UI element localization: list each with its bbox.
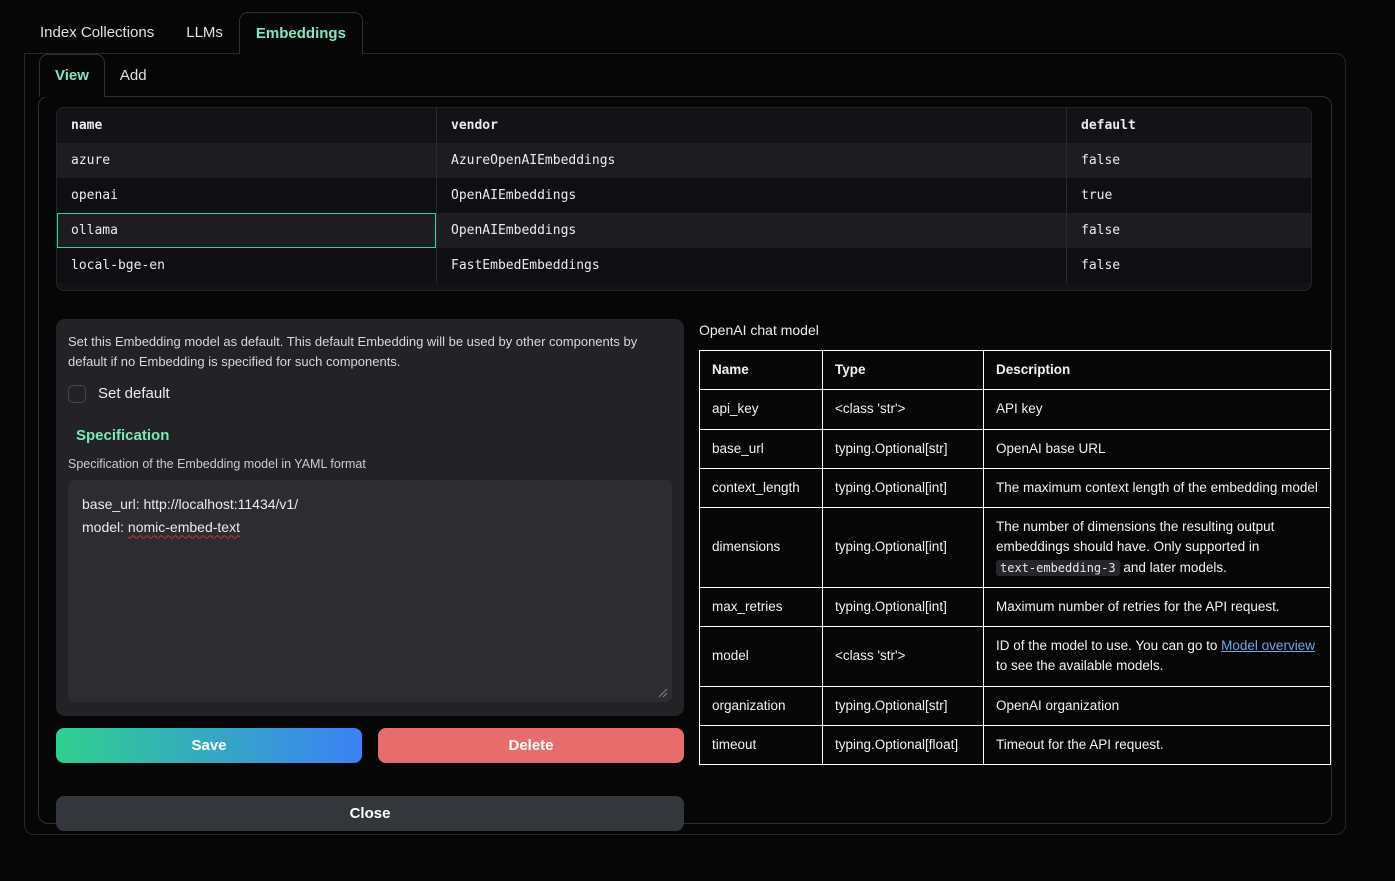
resize-handle-icon[interactable]	[658, 688, 668, 698]
specification-helper-text: Specification of the Embedding model in …	[68, 457, 672, 471]
column-header-name: name	[57, 108, 436, 143]
view-tab-panel: namevendordefaultazureAzureOpenAIEmbeddi…	[38, 96, 1332, 824]
docs-column-header-description: Description	[984, 351, 1331, 390]
cell-default[interactable]: false	[1066, 143, 1311, 178]
docs-row: context_lengthtyping.Optional[int]The ma…	[700, 468, 1331, 507]
docs-row: dimensionstyping.Optional[int]The number…	[700, 508, 1331, 588]
sub-tabbar: ViewAdd	[39, 54, 1345, 96]
cell-name[interactable]: azure	[57, 143, 436, 178]
cell-vendor[interactable]: OpenAIEmbeddings	[436, 178, 1066, 213]
embeddings-table-header: namevendordefault	[57, 108, 1311, 143]
specification-heading: Specification	[76, 427, 672, 444]
set-default-checkbox[interactable]	[68, 385, 86, 403]
yaml-line: base_url: http://localhost:11434/v1/	[82, 493, 658, 515]
cell-default[interactable]: false	[1066, 213, 1311, 248]
cell-name[interactable]: ollama	[57, 213, 436, 248]
yaml-line: model: nomic-embed-text	[82, 516, 658, 538]
close-button[interactable]: Close	[56, 796, 684, 831]
table-row[interactable]: azureAzureOpenAIEmbeddingsfalse	[57, 143, 1311, 178]
model-parameters-table: NameTypeDescription api_key<class 'str'>…	[699, 350, 1331, 765]
cell-vendor[interactable]: OpenAIEmbeddings	[436, 213, 1066, 248]
model-docs-column: OpenAI chat model NameTypeDescription ap…	[699, 319, 1330, 831]
docs-cell-type: <class 'str'>	[823, 390, 984, 429]
yaml-text: base_url: http://localhost:11434/v1/	[82, 496, 298, 512]
yaml-text: model:	[82, 519, 128, 535]
docs-cell-description: The maximum context length of the embedd…	[984, 468, 1331, 507]
main-tabbar: Index CollectionsLLMsEmbeddings	[24, 12, 1395, 53]
docs-cell-type: <class 'str'>	[823, 627, 984, 687]
subtab-view[interactable]: View	[39, 54, 105, 97]
docs-cell-description: Timeout for the API request.	[984, 725, 1331, 764]
docs-cell-description: ID of the model to use. You can go to Mo…	[984, 627, 1331, 687]
tab-llms[interactable]: LLMs	[170, 12, 239, 53]
docs-cell-type: typing.Optional[int]	[823, 587, 984, 626]
docs-cell-type: typing.Optional[int]	[823, 468, 984, 507]
docs-row: model<class 'str'>ID of the model to use…	[700, 627, 1331, 687]
docs-cell-type: typing.Optional[float]	[823, 725, 984, 764]
set-default-description: Set this Embedding model as default. Thi…	[68, 332, 672, 372]
docs-link[interactable]: Model overview	[1221, 638, 1315, 653]
set-default-label: Set default	[98, 385, 170, 402]
docs-cell-type: typing.Optional[str]	[823, 686, 984, 725]
delete-button[interactable]: Delete	[378, 728, 684, 763]
table-row[interactable]: local-bge-enFastEmbedEmbeddingsfalse	[57, 248, 1311, 283]
column-header-default: default	[1066, 108, 1311, 143]
table-row[interactable]: openaiOpenAIEmbeddingstrue	[57, 178, 1311, 213]
docs-panel-title: OpenAI chat model	[699, 322, 1330, 338]
docs-row: organizationtyping.Optional[str]OpenAI o…	[700, 686, 1331, 725]
cell-default[interactable]: true	[1066, 178, 1311, 213]
docs-cell-name: max_retries	[700, 587, 823, 626]
docs-column-header-type: Type	[823, 351, 984, 390]
cell-default[interactable]: false	[1066, 248, 1311, 283]
column-header-vendor: vendor	[436, 108, 1066, 143]
docs-cell-description: Maximum number of retries for the API re…	[984, 587, 1331, 626]
docs-cell-description: OpenAI base URL	[984, 429, 1331, 468]
docs-row: base_urltyping.Optional[str]OpenAI base …	[700, 429, 1331, 468]
docs-row: api_key<class 'str'>API key	[700, 390, 1331, 429]
default-config-panel: Set this Embedding model as default. Thi…	[56, 319, 684, 716]
docs-cell-type: typing.Optional[str]	[823, 429, 984, 468]
docs-cell-name: base_url	[700, 429, 823, 468]
docs-cell-name: organization	[700, 686, 823, 725]
docs-cell-name: dimensions	[700, 508, 823, 588]
docs-cell-description: The number of dimensions the resulting o…	[984, 508, 1331, 588]
docs-row: timeouttyping.Optional[float]Timeout for…	[700, 725, 1331, 764]
yaml-text: nomic-embed-text	[128, 519, 240, 535]
subtab-add[interactable]: Add	[105, 54, 162, 96]
tab-index-collections[interactable]: Index Collections	[24, 12, 170, 53]
inline-code: text-embedding-3	[996, 560, 1120, 576]
docs-cell-name: timeout	[700, 725, 823, 764]
cell-vendor[interactable]: AzureOpenAIEmbeddings	[436, 143, 1066, 178]
docs-column-header-name: Name	[700, 351, 823, 390]
docs-cell-description: API key	[984, 390, 1331, 429]
embeddings-tab-panel: ViewAdd namevendordefaultazureAzureOpenA…	[24, 53, 1346, 835]
cell-vendor[interactable]: FastEmbedEmbeddings	[436, 248, 1066, 283]
docs-cell-name: model	[700, 627, 823, 687]
docs-cell-name: api_key	[700, 390, 823, 429]
yaml-editor[interactable]: base_url: http://localhost:11434/v1/mode…	[68, 480, 672, 702]
tab-embeddings[interactable]: Embeddings	[239, 12, 363, 54]
cell-name[interactable]: local-bge-en	[57, 248, 436, 283]
docs-cell-name: context_length	[700, 468, 823, 507]
embeddings-table: namevendordefaultazureAzureOpenAIEmbeddi…	[56, 107, 1312, 291]
docs-cell-description: OpenAI organization	[984, 686, 1331, 725]
docs-cell-type: typing.Optional[int]	[823, 508, 984, 588]
save-button[interactable]: Save	[56, 728, 362, 763]
docs-row: max_retriestyping.Optional[int]Maximum n…	[700, 587, 1331, 626]
edit-column: Set this Embedding model as default. Thi…	[56, 319, 684, 831]
table-row[interactable]: ollamaOpenAIEmbeddingsfalse	[57, 213, 1311, 248]
cell-name[interactable]: openai	[57, 178, 436, 213]
